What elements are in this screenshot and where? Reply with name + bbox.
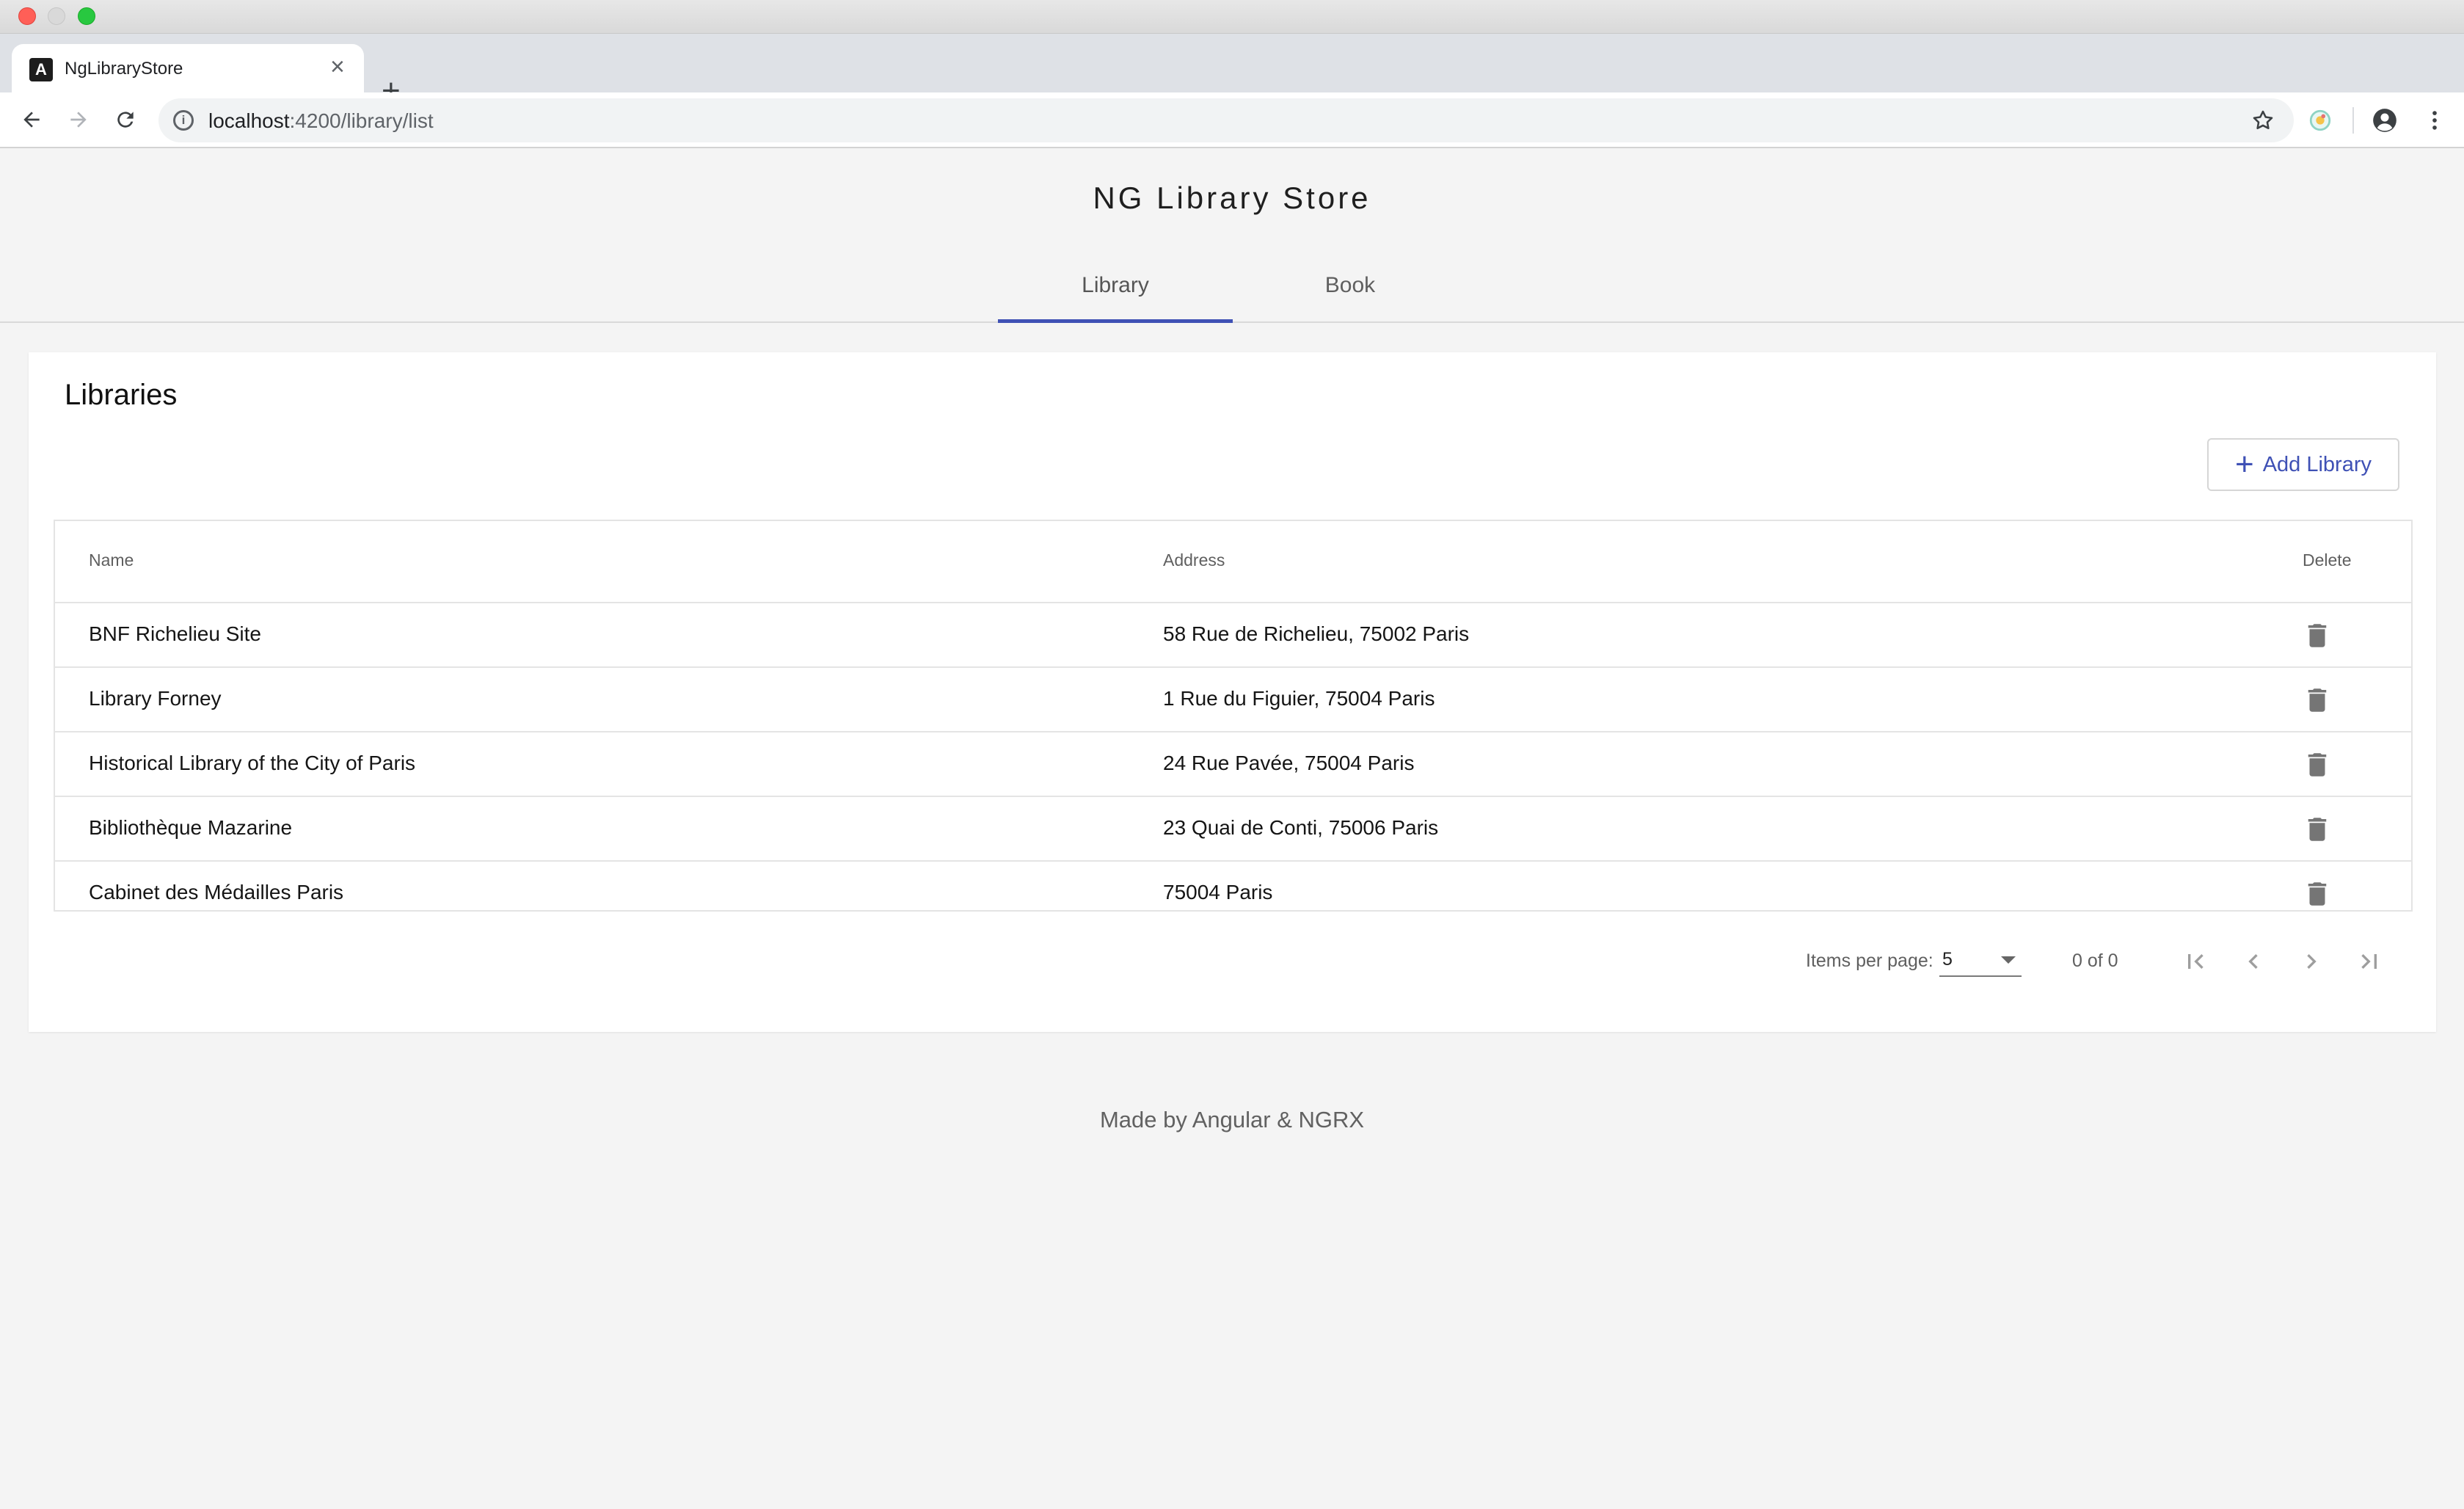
tab-library[interactable]: Library [998, 250, 1233, 323]
profile-avatar-icon[interactable] [2369, 104, 2401, 137]
browser-tab-title: NgLibraryStore [65, 59, 183, 79]
browser-tabstrip: A NgLibraryStore × + [0, 34, 2464, 107]
forward-arrow-icon[interactable] [62, 103, 95, 137]
table-row[interactable]: Historical Library of the City of Paris … [55, 732, 2411, 797]
delete-trash-icon[interactable] [2302, 619, 2333, 652]
bookmark-star-icon[interactable] [2247, 104, 2279, 137]
tab-library-label: Library [1082, 273, 1149, 297]
plus-icon: + [2234, 446, 2254, 482]
column-header-delete: Delete [2303, 550, 2352, 570]
libraries-card: Libraries + Add Library Name Address Del… [29, 352, 2436, 1032]
page-size-select[interactable]: 5 [1939, 943, 2022, 977]
library-address: 75004 Paris [1163, 881, 1273, 903]
dropdown-caret-icon [2001, 956, 2016, 964]
table-row[interactable]: BNF Richelieu Site 58 Rue de Richelieu, … [55, 603, 2411, 668]
table-row[interactable]: Cabinet des Médailles Paris 75004 Paris [55, 862, 2411, 926]
table-row[interactable]: Library Forney 1 Rue du Figuier, 75004 P… [55, 668, 2411, 732]
browser-toolbar: i localhost:4200/library/list [0, 92, 2464, 148]
tab-book[interactable]: Book [1233, 250, 1468, 321]
table-header-row: Name Address Delete [55, 521, 2411, 603]
libraries-table: Name Address Delete BNF Richelieu Site 5… [54, 520, 2413, 912]
library-address: 58 Rue de Richelieu, 75002 Paris [1163, 622, 1470, 645]
add-library-button[interactable]: + Add Library [2207, 438, 2399, 491]
maximize-window-button[interactable] [78, 7, 95, 25]
delete-trash-icon[interactable] [2302, 684, 2333, 716]
library-name: Bibliothèque Mazarine [89, 816, 293, 839]
items-per-page-label: Items per page: [1806, 950, 1933, 971]
site-info-icon[interactable]: i [173, 110, 194, 131]
url-path: :4200/library/list [289, 109, 434, 132]
library-name: BNF Richelieu Site [89, 622, 261, 645]
back-arrow-icon[interactable] [15, 103, 48, 137]
library-address: 1 Rue du Figuier, 75004 Paris [1163, 687, 1435, 710]
add-library-label: Add Library [2262, 452, 2372, 476]
minimize-window-button[interactable] [48, 7, 65, 25]
footer-text: Made by Angular & NGRX [1099, 1107, 1365, 1132]
close-window-button[interactable] [18, 7, 36, 25]
toolbar-divider [2352, 107, 2354, 134]
table-row[interactable]: Bibliothèque Mazarine 23 Quai de Conti, … [55, 797, 2411, 862]
library-name: Library Forney [89, 687, 222, 710]
browser-tab[interactable]: A NgLibraryStore × [12, 44, 364, 92]
column-header-name[interactable]: Name [89, 550, 134, 570]
address-bar[interactable]: i localhost:4200/library/list [158, 98, 2294, 142]
library-address: 23 Quai de Conti, 75006 Paris [1163, 816, 1439, 839]
browser-menu-icon[interactable] [2419, 104, 2451, 137]
app-title: NG Library Store [1093, 181, 1371, 215]
next-page-icon[interactable] [2293, 943, 2330, 980]
column-header-address[interactable]: Address [1163, 550, 1225, 570]
paginator: Items per page: 5 0 of 0 [29, 936, 2436, 995]
extension-icon[interactable] [2304, 104, 2336, 137]
library-name: Historical Library of the City of Paris [89, 752, 416, 774]
delete-trash-icon[interactable] [2302, 878, 2333, 910]
url-host: localhost [208, 109, 290, 132]
delete-trash-icon[interactable] [2302, 749, 2333, 781]
first-page-icon[interactable] [2177, 943, 2214, 980]
library-address: 24 Rue Pavée, 75004 Paris [1163, 752, 1415, 774]
previous-page-icon[interactable] [2235, 943, 2272, 980]
library-name: Cabinet des Médailles Paris [89, 881, 344, 903]
tab-book-label: Book [1324, 273, 1376, 297]
close-tab-icon[interactable]: × [330, 54, 345, 79]
delete-trash-icon[interactable] [2302, 813, 2333, 846]
page-size-value: 5 [1942, 949, 1953, 970]
reload-icon[interactable] [109, 103, 142, 137]
url-text: localhost:4200/library/list [208, 109, 434, 133]
last-page-icon[interactable] [2351, 943, 2388, 980]
nav-tabs: Library Book [0, 250, 2464, 323]
window-titlebar [0, 0, 2464, 34]
libraries-heading: Libraries [65, 379, 178, 411]
page-range-label: 0 of 0 [2072, 950, 2118, 971]
angular-favicon-icon: A [29, 58, 53, 81]
